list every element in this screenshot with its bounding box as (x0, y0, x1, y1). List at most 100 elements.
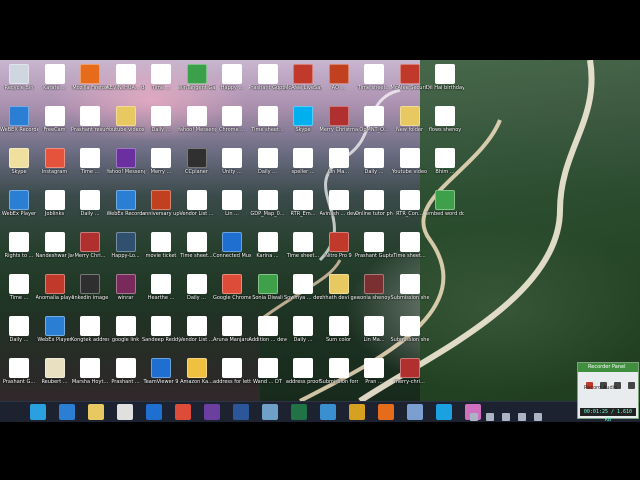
desktop-icon[interactable]: sonia shenoy (355, 272, 393, 312)
desktop-icon[interactable]: chhath devi geet (320, 272, 358, 312)
desktop-icon[interactable]: Prashant ... (107, 356, 145, 396)
desktop-icon[interactable]: Sonia Diwali (249, 272, 287, 312)
desktop-icon[interactable]: OpMNT_O... (355, 104, 393, 144)
desktop-icon[interactable]: Yahoo! Messenger (178, 104, 216, 144)
desktop-icon[interactable]: Reubert ... (36, 356, 74, 396)
desktop-icon[interactable]: Time ... (142, 62, 180, 102)
keyboard-icon[interactable] (470, 413, 478, 421)
desktop-icon[interactable]: RTR_Con... (391, 188, 429, 228)
desktop-icon[interactable]: Vendor List ... (178, 314, 216, 354)
desktop-icon[interactable]: Daily ... (249, 146, 287, 186)
desktop-icon[interactable]: Karate ... (36, 62, 74, 102)
start-button[interactable] (30, 404, 46, 420)
desktop-icon[interactable]: Time ... (0, 272, 38, 312)
desktop-icon[interactable]: Recycle Bin (0, 62, 38, 102)
battery-icon[interactable] (534, 413, 543, 421)
desktop-icon[interactable]: Daily ... (355, 146, 393, 186)
excel-icon[interactable] (291, 404, 307, 420)
desktop-icon[interactable]: merry-chri... (391, 356, 429, 396)
desktop-icon[interactable]: winrar (107, 272, 145, 312)
desktop-icon[interactable]: Daily ... (142, 104, 180, 144)
desktop-icon[interactable]: flows shenoy (426, 104, 464, 144)
outlook-icon[interactable] (349, 404, 365, 420)
desktop-icon[interactable]: embed word document (426, 188, 464, 228)
desktop-icon[interactable]: Instagram (36, 146, 74, 186)
desktop-icon[interactable]: Bhim ... (426, 146, 464, 186)
desktop-icon[interactable]: Submission sheet... (391, 314, 429, 354)
firefox-icon[interactable] (378, 404, 394, 420)
desktop-icon[interactable]: Lin Ma... (320, 146, 358, 186)
desktop-icon[interactable]: TeamViewer 9 (142, 356, 180, 396)
desktop-icon[interactable]: Online tutor physics E... (355, 188, 393, 228)
desktop-icon[interactable]: Skype (0, 146, 38, 186)
desktop-icon[interactable]: Sum color (320, 314, 358, 354)
desktop-icon[interactable]: GDP_Map_0... (249, 188, 287, 228)
desktop-icon[interactable]: Google Chrome (213, 272, 251, 312)
desktop-icon[interactable]: Lin ... (213, 188, 251, 228)
desktop-icon[interactable]: Unity ... (213, 146, 251, 186)
desktop-icon[interactable]: Submission sheet... (391, 272, 429, 312)
desktop-icon[interactable]: Time sheet... (249, 104, 287, 144)
desktop-icon[interactable]: Connected Music pow... (213, 230, 251, 270)
desktop-icon[interactable]: linkedin image (71, 272, 109, 312)
desktop-icon[interactable]: Marsha Hoyt... (71, 356, 109, 396)
desktop-icon[interactable]: AO ... (320, 62, 358, 102)
desktop-icon[interactable]: Submission format (320, 356, 358, 396)
desktop-icon[interactable]: speller ... (284, 146, 322, 186)
desktop-icon[interactable]: Time sheet... (178, 230, 216, 270)
desktop-icon[interactable]: WebEx Player (0, 188, 38, 228)
desktop-icon[interactable]: Youtube videos (107, 104, 145, 144)
system-tray[interactable] (470, 406, 580, 421)
desktop-icon[interactable]: McAfee Security S... (391, 62, 429, 102)
desktop-icon[interactable]: Time sheet... (355, 62, 393, 102)
desktop-icon[interactable]: Time sheet... (284, 230, 322, 270)
desktop-icon[interactable]: Prashant Gupta... (355, 230, 393, 270)
desktop-icon[interactable]: Youtube video (391, 146, 429, 186)
notepad-icon[interactable] (262, 404, 278, 420)
desktop-icon[interactable]: Wand ... DT (249, 356, 287, 396)
desktop-icon[interactable]: Pran ... (355, 356, 393, 396)
desktop-icon[interactable]: Time ... (71, 146, 109, 186)
desktop-icon[interactable]: RTR_Em... (284, 188, 322, 228)
desktop-icon[interactable]: Prashant Gupta... (249, 62, 287, 102)
chrome-icon[interactable] (175, 404, 191, 420)
desktop-icon[interactable]: Amazon Ka... (178, 356, 216, 396)
desktop-icon[interactable]: Sowmya ... developer (284, 272, 322, 312)
settings-icon[interactable] (320, 404, 336, 420)
desktop-icon[interactable]: WebEx Player (36, 314, 74, 354)
desktop-icon[interactable]: Avinash ... developer (320, 188, 358, 228)
desktop-icon[interactable]: Merry Christmas (320, 104, 358, 144)
desktop-icon[interactable]: Aruna Manjaru... (213, 314, 251, 354)
hp-icon[interactable] (146, 404, 162, 420)
desktop-icon[interactable]: Hearthe ... (142, 272, 180, 312)
desktop-icon[interactable]: WinTangent Games For... (178, 62, 216, 102)
desktop-icon[interactable]: CCplaner (178, 146, 216, 186)
desktop-icon[interactable]: movie ticket (142, 230, 180, 270)
desktop-icon[interactable]: Joblinks (36, 188, 74, 228)
desktop-icon[interactable]: Lin Ma... (355, 314, 393, 354)
word-icon[interactable] (233, 404, 249, 420)
desktop-icon[interactable]: Merry ... (142, 146, 180, 186)
desktop-icon[interactable]: Merry Chri... (71, 230, 109, 270)
desktop-icon[interactable]: Chrome ... (213, 104, 251, 144)
desktop-icon[interactable]: Time sheet... (391, 230, 429, 270)
doc-icon[interactable] (407, 404, 423, 420)
desktop-icon[interactable]: Nitro Pro 9 (320, 230, 358, 270)
desktop-icon[interactable]: FreeCam (36, 104, 74, 144)
flag-icon[interactable] (518, 413, 527, 421)
desktop-icon[interactable]: Prashant resume... (71, 104, 109, 144)
desktop-icon[interactable]: Daily ... (71, 188, 109, 228)
desktop-icon[interactable]: address proof (284, 356, 322, 396)
desktop-icon[interactable]: Dil Hai birthday... (426, 62, 464, 102)
desktop-icon[interactable]: New folder (391, 104, 429, 144)
ie-icon[interactable] (59, 404, 75, 420)
desktop-icon[interactable]: Yahoo! Messenger (107, 146, 145, 186)
desktop-icon[interactable]: Addition ... developer (249, 314, 287, 354)
desktop-icon[interactable]: McAfee LiveSaf... (284, 62, 322, 102)
volume-icon[interactable] (502, 413, 511, 421)
network-icon[interactable] (486, 413, 495, 421)
desktop-icon[interactable]: Sandeep Reddy... (142, 314, 180, 354)
desktop-icon[interactable]: Happy-Lo... (107, 230, 145, 270)
desktop-icon[interactable]: WebEx Recorder (107, 188, 145, 228)
desktop-icon[interactable]: address for letter (213, 356, 251, 396)
